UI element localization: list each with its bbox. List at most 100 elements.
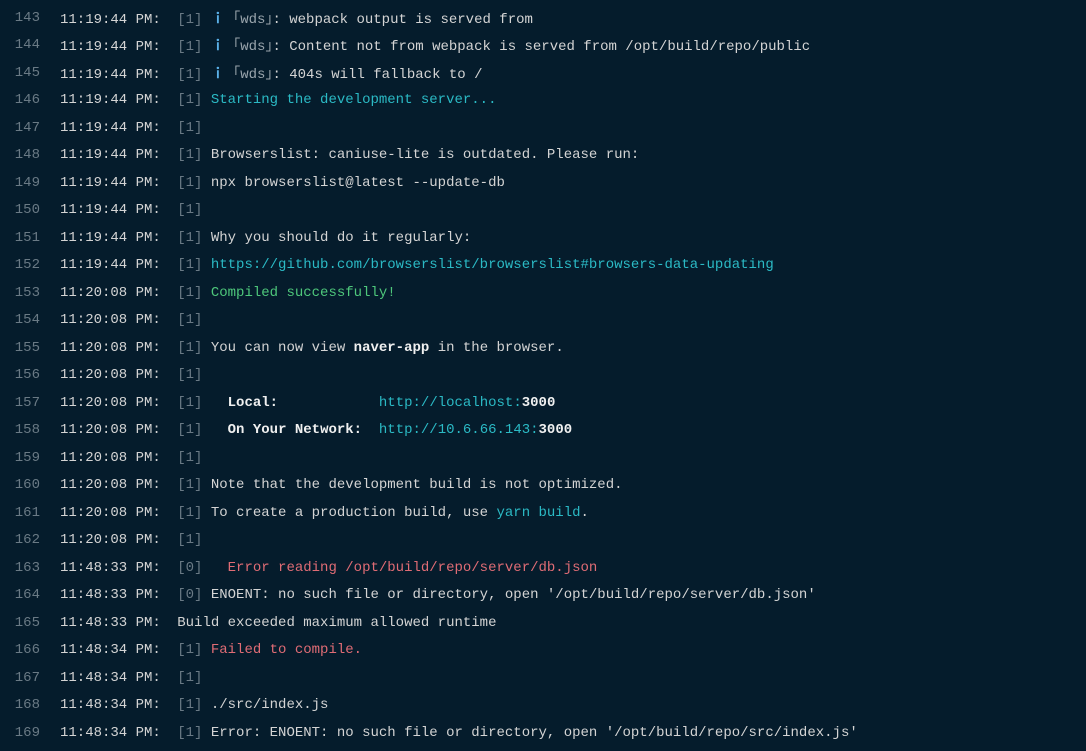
log-segment: Starting the development server... bbox=[202, 92, 496, 108]
log-line-content: 11:48:33 PM: [0] ENOENT: no such file or… bbox=[60, 587, 816, 603]
timestamp: 11:48:34 PM: bbox=[60, 697, 169, 713]
log-segment: Why you should do it regularly: bbox=[202, 230, 471, 246]
timestamp: 11:20:08 PM: bbox=[60, 395, 169, 411]
log-segment: Browserslist: caniuse-lite is outdated. … bbox=[202, 147, 639, 163]
log-segment: ENOENT: no such file or directory, open … bbox=[202, 587, 815, 603]
log-line: 16111:20:08 PM: [1] To create a producti… bbox=[0, 499, 1086, 527]
log-line: 16811:48:34 PM: [1] ./src/index.js bbox=[0, 692, 1086, 720]
process-tag: [1] bbox=[169, 230, 203, 246]
log-line-content: 11:19:44 PM: [1] https://github.com/brow… bbox=[60, 257, 774, 273]
process-tag: [1] bbox=[169, 477, 203, 493]
log-line-content: 11:48:33 PM: Build exceeded maximum allo… bbox=[60, 615, 497, 631]
log-segment: You can now view bbox=[202, 340, 353, 356]
log-segment bbox=[202, 422, 227, 438]
log-segment: ｉ bbox=[202, 39, 224, 55]
timestamp: 11:19:44 PM: bbox=[60, 67, 169, 83]
timestamp: 11:20:08 PM: bbox=[60, 340, 169, 356]
process-tag: [1] bbox=[169, 67, 203, 83]
timestamp: 11:19:44 PM: bbox=[60, 175, 169, 191]
log-line: 15311:20:08 PM: [1] Compiled successfull… bbox=[0, 279, 1086, 307]
timestamp: 11:48:33 PM: bbox=[60, 560, 169, 576]
timestamp: 11:19:44 PM: bbox=[60, 39, 169, 55]
line-number: 143 bbox=[0, 10, 60, 26]
log-line-content: 11:20:08 PM: [1] bbox=[60, 367, 202, 383]
timestamp: 11:19:44 PM: bbox=[60, 257, 169, 273]
log-line-content: 11:20:08 PM: [1] Note that the developme… bbox=[60, 477, 623, 493]
timestamp: 11:48:33 PM: bbox=[60, 615, 169, 631]
timestamp: 11:19:44 PM: bbox=[60, 12, 169, 28]
process-tag: [1] bbox=[169, 12, 203, 28]
line-number: 151 bbox=[0, 230, 60, 246]
log-line-content: 11:48:34 PM: [1] Error: ENOENT: no such … bbox=[60, 725, 858, 741]
line-number: 162 bbox=[0, 532, 60, 548]
log-line: 14811:19:44 PM: [1] Browserslist: canius… bbox=[0, 142, 1086, 170]
line-number: 156 bbox=[0, 367, 60, 383]
log-segment: http://localhost: bbox=[379, 395, 522, 411]
log-segment: naver-app bbox=[354, 340, 430, 356]
line-number: 155 bbox=[0, 340, 60, 356]
process-tag: [1] bbox=[169, 202, 203, 218]
timestamp: 11:20:08 PM: bbox=[60, 312, 169, 328]
log-segment: ｢wds｣ bbox=[225, 67, 273, 83]
line-number: 144 bbox=[0, 37, 60, 53]
log-segment: ｢wds｣ bbox=[225, 39, 273, 55]
log-line-content: 11:48:33 PM: [0] Error reading /opt/buil… bbox=[60, 560, 597, 576]
log-line: 14311:19:44 PM: [1] ｉ ｢wds｣: webpack out… bbox=[0, 4, 1086, 32]
log-segment: 3000 bbox=[522, 395, 556, 411]
log-line-content: 11:19:44 PM: [1] ｉ ｢wds｣: webpack output… bbox=[60, 8, 533, 28]
process-tag: [1] bbox=[169, 422, 203, 438]
log-line: 14711:19:44 PM: [1] bbox=[0, 114, 1086, 142]
log-line-content: 11:19:44 PM: [1] Browserslist: caniuse-l… bbox=[60, 147, 639, 163]
log-line-content: 11:20:08 PM: [1] Compiled successfully! bbox=[60, 285, 396, 301]
log-segment: . bbox=[581, 505, 589, 521]
log-segment: yarn build bbox=[497, 505, 581, 521]
log-line-content: 11:20:08 PM: [1] To create a production … bbox=[60, 505, 589, 521]
timestamp: 11:19:44 PM: bbox=[60, 230, 169, 246]
timestamp: 11:19:44 PM: bbox=[60, 147, 169, 163]
log-line-content: 11:20:08 PM: [1] On Your Network: http:/… bbox=[60, 422, 572, 438]
log-line: 16311:48:33 PM: [0] Error reading /opt/b… bbox=[0, 554, 1086, 582]
log-line-content: 11:19:44 PM: [1] Why you should do it re… bbox=[60, 230, 471, 246]
timestamp: 11:20:08 PM: bbox=[60, 450, 169, 466]
line-number: 169 bbox=[0, 725, 60, 741]
log-segment: http://10.6.66.143: bbox=[379, 422, 539, 438]
line-number: 145 bbox=[0, 65, 60, 81]
process-tag: [1] bbox=[169, 257, 203, 273]
log-line: 15711:20:08 PM: [1] Local: http://localh… bbox=[0, 389, 1086, 417]
log-line-content: 11:19:44 PM: [1] ｉ ｢wds｣: 404s will fall… bbox=[60, 63, 483, 83]
log-segment: Compiled successfully! bbox=[202, 285, 395, 301]
log-segment: On Your Network: bbox=[228, 422, 362, 438]
process-tag: [1] bbox=[169, 505, 203, 521]
timestamp: 11:19:44 PM: bbox=[60, 202, 169, 218]
timestamp: 11:48:33 PM: bbox=[60, 587, 169, 603]
log-line-content: 11:19:44 PM: [1] bbox=[60, 120, 202, 136]
process-tag: [0] bbox=[169, 587, 203, 603]
process-tag: [1] bbox=[169, 147, 203, 163]
log-segment: Error reading /opt/build/repo/server/db.… bbox=[202, 560, 597, 576]
line-number: 160 bbox=[0, 477, 60, 493]
process-tag: [1] bbox=[169, 285, 203, 301]
process-tag: [1] bbox=[169, 175, 203, 191]
log-line: 15211:19:44 PM: [1] https://github.com/b… bbox=[0, 252, 1086, 280]
line-number: 150 bbox=[0, 202, 60, 218]
log-line-content: 11:20:08 PM: [1] bbox=[60, 312, 202, 328]
log-line: 15511:20:08 PM: [1] You can now view nav… bbox=[0, 334, 1086, 362]
timestamp: 11:20:08 PM: bbox=[60, 285, 169, 301]
line-number: 159 bbox=[0, 450, 60, 466]
log-line: 15111:19:44 PM: [1] Why you should do it… bbox=[0, 224, 1086, 252]
line-number: 147 bbox=[0, 120, 60, 136]
line-number: 166 bbox=[0, 642, 60, 658]
line-number: 157 bbox=[0, 395, 60, 411]
log-line: 16911:48:34 PM: [1] Error: ENOENT: no su… bbox=[0, 719, 1086, 747]
process-tag: [1] bbox=[169, 450, 203, 466]
log-segment: 3000 bbox=[539, 422, 573, 438]
log-segment: https://github.com/browserslist/browsers… bbox=[202, 257, 773, 273]
timestamp: 11:19:44 PM: bbox=[60, 92, 169, 108]
log-output[interactable]: 14311:19:44 PM: [1] ｉ ｢wds｣: webpack out… bbox=[0, 4, 1086, 747]
process-tag: [1] bbox=[169, 395, 203, 411]
log-segment: : webpack output is served from bbox=[272, 12, 532, 28]
line-number: 167 bbox=[0, 670, 60, 686]
line-number: 165 bbox=[0, 615, 60, 631]
process-tag: [1] bbox=[169, 367, 203, 383]
process-tag: [1] bbox=[169, 312, 203, 328]
